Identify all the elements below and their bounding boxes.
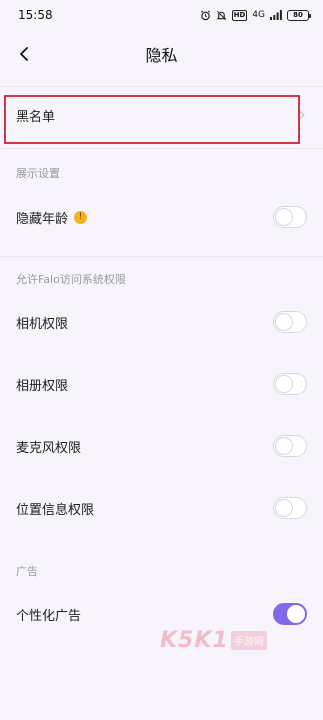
nav-bar: 隐私 bbox=[0, 30, 323, 78]
personalized-ads-label: 个性化广告 bbox=[16, 608, 82, 624]
signal-label: 4G bbox=[252, 10, 265, 20]
toggle-knob bbox=[275, 313, 293, 331]
camera-permission-label: 相机权限 bbox=[16, 316, 69, 332]
alarm-icon bbox=[200, 10, 210, 20]
location-permission-label: 位置信息权限 bbox=[16, 502, 95, 518]
location-permission-toggle[interactable] bbox=[273, 497, 307, 519]
blacklist-label: 黑名单 bbox=[16, 109, 56, 125]
album-permission-row: 相册权限 bbox=[0, 357, 323, 411]
microphone-permission-row: 麦克风权限 bbox=[0, 419, 323, 473]
hide-age-text: 隐藏年龄 bbox=[16, 211, 69, 227]
status-icons: HD 4G 80 bbox=[200, 9, 311, 21]
mute-bell-icon bbox=[216, 10, 227, 20]
page-title: 隐私 bbox=[145, 46, 178, 65]
toggle-knob bbox=[275, 208, 293, 226]
watermark-brand: K5K1 bbox=[160, 628, 229, 653]
section-header-display: 展示设置 bbox=[16, 167, 60, 180]
shocked-emoji-icon: ! bbox=[74, 210, 88, 224]
battery-icon: 80 bbox=[287, 9, 311, 21]
toggle-knob bbox=[287, 605, 305, 623]
section-header-ads: 广告 bbox=[16, 565, 38, 578]
hide-age-label: 隐藏年龄 ! bbox=[16, 208, 88, 227]
divider bbox=[0, 148, 323, 149]
status-time: 15:58 bbox=[18, 8, 53, 22]
divider bbox=[0, 86, 323, 87]
personalized-ads-toggle[interactable] bbox=[273, 603, 307, 625]
battery-level: 80 bbox=[293, 11, 303, 19]
toggle-knob bbox=[275, 437, 293, 455]
section-header-permissions: 允许Falo访问系统权限 bbox=[16, 273, 126, 286]
toggle-knob bbox=[275, 375, 293, 393]
album-permission-toggle[interactable] bbox=[273, 373, 307, 395]
camera-permission-toggle[interactable] bbox=[273, 311, 307, 333]
microphone-permission-toggle[interactable] bbox=[273, 435, 307, 457]
status-bar: 15:58 HD 4G 80 bbox=[0, 0, 323, 30]
divider bbox=[0, 256, 323, 257]
signal-icon bbox=[270, 10, 282, 20]
chevron-right-icon bbox=[299, 111, 305, 119]
hide-age-row: 隐藏年龄 ! bbox=[0, 190, 323, 244]
watermark-logo: K5K1 手游网 bbox=[160, 628, 267, 653]
album-permission-label: 相册权限 bbox=[16, 378, 69, 394]
hide-age-toggle[interactable] bbox=[273, 206, 307, 228]
watermark-subtitle: 手游网 bbox=[230, 631, 267, 650]
hd-icon: HD bbox=[231, 9, 248, 21]
back-button[interactable] bbox=[12, 42, 36, 66]
blacklist-row[interactable]: 黑名单 bbox=[0, 88, 323, 142]
camera-permission-row: 相机权限 bbox=[0, 295, 323, 349]
microphone-permission-label: 麦克风权限 bbox=[16, 440, 82, 456]
location-permission-row: 位置信息权限 bbox=[0, 481, 323, 535]
toggle-knob bbox=[275, 499, 293, 517]
back-arrow-icon bbox=[20, 47, 28, 61]
